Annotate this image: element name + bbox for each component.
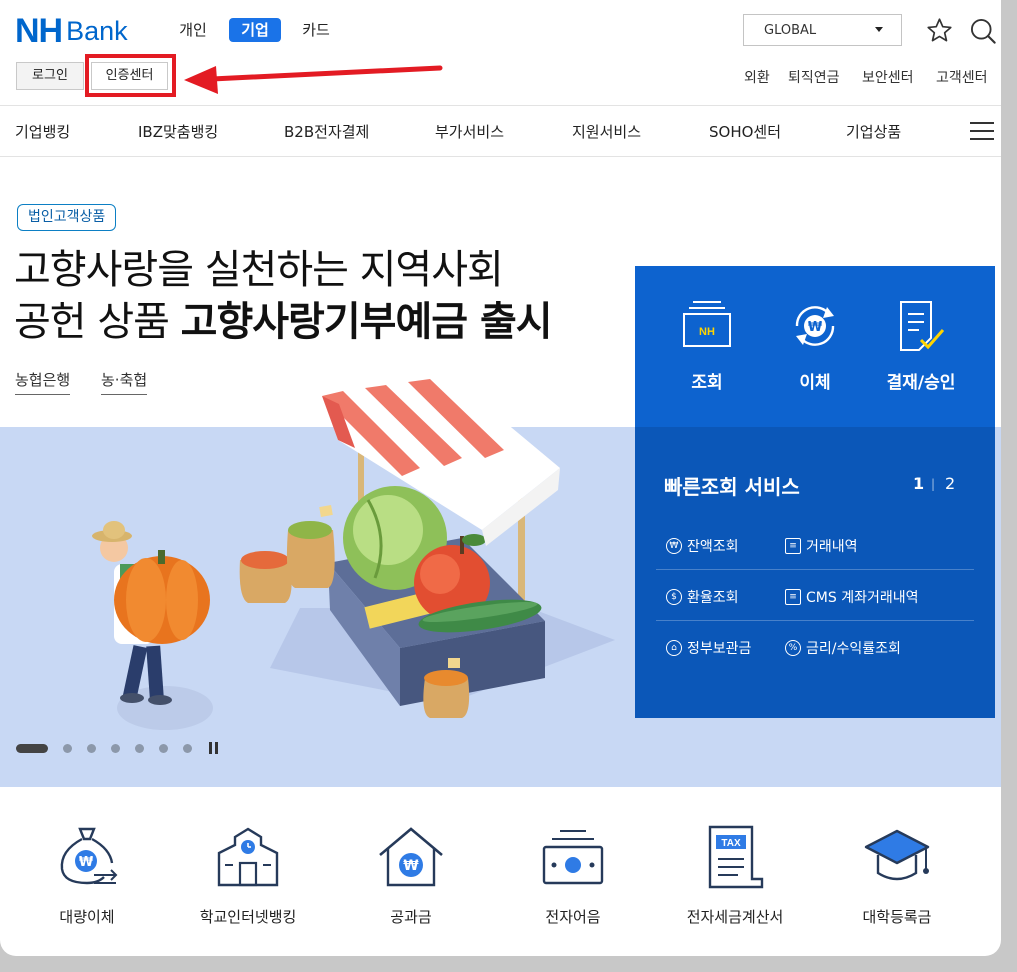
quick-exchange-rate[interactable]: $ 환율조회: [666, 587, 739, 607]
quick-cms-history[interactable]: ≡ CMS 계좌거래내역: [785, 587, 918, 607]
page: NH Bank 개인 기업 카드 로그인 인증센터 GLOBAL 외환 퇴직연금…: [0, 0, 1001, 956]
inquiry-label[interactable]: 조회: [657, 368, 757, 393]
svg-text:TAX: TAX: [721, 838, 741, 849]
transfer-label[interactable]: 이체: [765, 368, 865, 393]
quick-transaction-history[interactable]: ≡ 거래내역: [785, 536, 858, 556]
slide-indicator[interactable]: [135, 744, 144, 753]
login-button[interactable]: 로그인: [16, 62, 84, 90]
bill-note-icon[interactable]: [540, 825, 606, 889]
quick-interest-rate[interactable]: % 금리/수익률조회: [785, 638, 901, 658]
page-separator: |: [931, 477, 936, 491]
nav-soho-center[interactable]: SOHO센터: [709, 121, 781, 142]
util-link-forex[interactable]: 외환: [744, 67, 770, 87]
utility-bill-label[interactable]: 공과금: [326, 906, 496, 927]
tuition-label[interactable]: 대학등록금: [812, 906, 982, 927]
quick-service-title: 빠른조회 서비스: [664, 475, 800, 499]
tab-personal[interactable]: 개인: [176, 18, 210, 42]
nav-divider: [0, 156, 1001, 157]
slide-indicator[interactable]: [159, 744, 168, 753]
money-bag-icon[interactable]: ₩: [54, 825, 120, 889]
header-divider: [0, 105, 1001, 106]
nav-support-services[interactable]: 지원서비스: [572, 121, 641, 142]
svg-text:₩: ₩: [403, 858, 419, 874]
global-select[interactable]: GLOBAL: [743, 14, 902, 46]
bank-building-icon: ⌂: [666, 640, 682, 656]
approval-label[interactable]: 결재/승인: [871, 368, 971, 393]
quick-government-deposit[interactable]: ⌂ 정부보관금: [666, 638, 751, 658]
slide-indicator[interactable]: [183, 744, 192, 753]
graduation-cap-icon[interactable]: [864, 825, 930, 889]
tab-card[interactable]: 카드: [299, 18, 333, 42]
won-circle-icon: ₩: [666, 538, 682, 554]
hero-headline[interactable]: 고향사랑을 실천하는 지역사회 공헌 상품 고향사랑기부예금 출시: [14, 244, 553, 348]
tag-nh-bank[interactable]: 농협은행: [15, 369, 71, 395]
dollar-circle-icon: $: [666, 589, 682, 605]
tax-invoice-icon[interactable]: TAX: [702, 825, 768, 889]
pause-icon[interactable]: [209, 742, 218, 754]
won-transfer-icon[interactable]: ₩: [787, 298, 843, 354]
house-won-icon[interactable]: ₩: [378, 825, 444, 889]
caret-down-icon: [875, 27, 883, 32]
tab-business[interactable]: 기업: [229, 18, 281, 42]
nh-bank-logo[interactable]: NH Bank: [15, 14, 128, 48]
school-building-icon[interactable]: [215, 825, 281, 889]
slide-indicator[interactable]: [87, 744, 96, 753]
school-banking-label[interactable]: 학교인터넷뱅킹: [163, 906, 333, 927]
svg-text:₩: ₩: [79, 855, 94, 870]
cms-doc-icon: ≡: [785, 589, 801, 605]
util-link-pension[interactable]: 퇴직연금: [788, 67, 840, 87]
star-icon[interactable]: [926, 17, 953, 44]
svg-text:NH: NH: [699, 326, 715, 338]
nav-ibz-banking[interactable]: IBZ맞춤뱅킹: [138, 121, 218, 142]
nav-business-banking[interactable]: 기업뱅킹: [15, 121, 70, 142]
annotation-arrow-icon: [184, 65, 443, 94]
percent-circle-icon: %: [785, 640, 801, 656]
slide-indicator-active[interactable]: [16, 744, 48, 753]
page-1-button[interactable]: 1: [913, 474, 924, 493]
search-icon[interactable]: [969, 17, 997, 45]
corporate-product-badge: 법인고객상품: [17, 204, 117, 231]
util-link-security[interactable]: 보안센터: [862, 67, 914, 87]
e-bill-label[interactable]: 전자어음: [488, 906, 658, 927]
page-2-button[interactable]: 2: [945, 474, 955, 493]
hamburger-menu-icon[interactable]: [970, 121, 994, 141]
util-link-customer[interactable]: 고객센터: [936, 67, 988, 87]
nav-additional-services[interactable]: 부가서비스: [435, 121, 504, 142]
e-tax-invoice-label[interactable]: 전자세금계산서: [650, 906, 820, 927]
svg-text:₩: ₩: [808, 320, 823, 335]
slide-indicator[interactable]: [111, 744, 120, 753]
nav-business-products[interactable]: 기업상품: [846, 121, 901, 142]
slide-indicator[interactable]: [63, 744, 72, 753]
list-doc-icon: ≡: [785, 538, 801, 554]
nav-b2b-payment[interactable]: B2B전자결제: [284, 121, 369, 142]
market-stall-illustration: [92, 378, 615, 730]
highlight-box: [85, 54, 176, 97]
bulk-transfer-label[interactable]: 대량이체: [2, 906, 172, 927]
nh-card-icon[interactable]: NH: [679, 298, 735, 354]
approval-doc-icon[interactable]: [893, 298, 949, 354]
quick-panel: NH 조회 ₩ 이체 결재/승인 빠른조회 서비스 1 | 2 ₩ 잔액조회 ≡…: [635, 266, 995, 718]
quick-balance-inquiry[interactable]: ₩ 잔액조회: [666, 536, 739, 556]
